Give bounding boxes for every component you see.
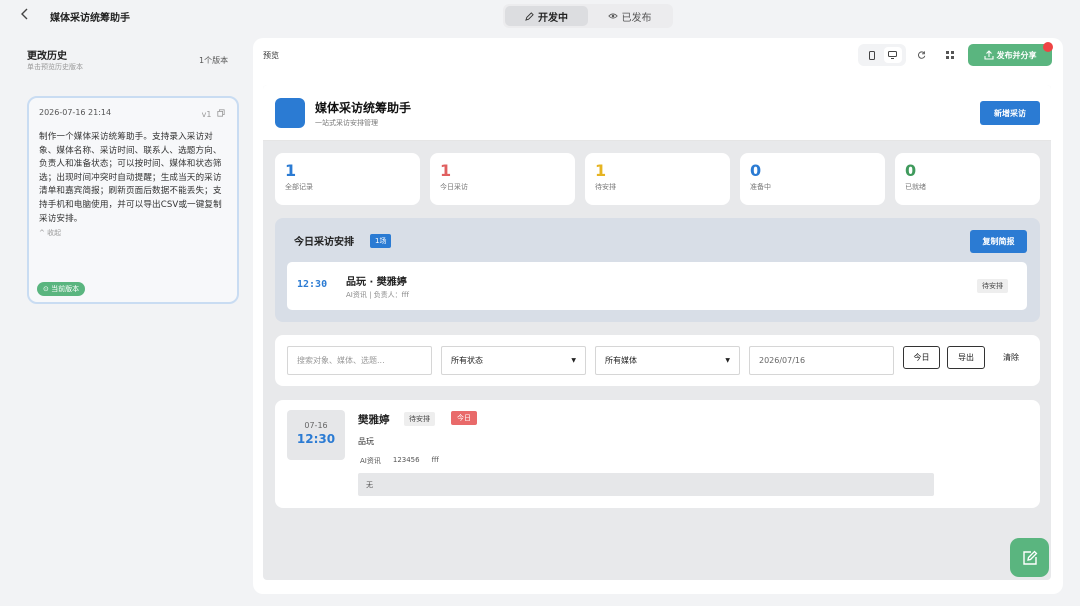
- qrcode-icon: [946, 51, 954, 59]
- clear-button[interactable]: 清除: [993, 346, 1029, 369]
- date-input[interactable]: 2026/07/16: [749, 346, 894, 375]
- copy-icon[interactable]: [217, 109, 225, 117]
- app-page-subtitle: 一站式采访安排管理: [315, 119, 378, 127]
- app-header: 媒体采访统筹助手 一站式采访安排管理 新增采访: [263, 85, 1051, 141]
- stat-card-total[interactable]: 1 全部记录: [275, 153, 420, 205]
- edit-icon: [1022, 550, 1037, 565]
- phone-icon: [868, 50, 875, 60]
- today-item-meta: AI资讯 | 负责人：fff: [346, 291, 409, 299]
- search-input[interactable]: 搜索对象、媒体、选题...: [287, 346, 432, 375]
- today-title: 今日采访安排: [294, 237, 354, 248]
- record-owner: fff: [431, 456, 439, 464]
- stat-label: 准备中: [750, 183, 771, 191]
- today-item-time: 12:30: [297, 279, 328, 290]
- version-tag: v1: [202, 109, 225, 119]
- record-contact: 123456: [392, 456, 420, 464]
- current-version-badge: ⊙ 当前版本: [37, 282, 86, 296]
- stat-value: 1: [595, 161, 607, 180]
- status-select-value: 所有状态: [451, 356, 483, 365]
- edit-fab-button[interactable]: [1010, 538, 1049, 577]
- record-media: 品玩: [358, 437, 374, 446]
- publish-share-label: 发布并分享: [996, 50, 1037, 60]
- tab-published-label: 已发布: [621, 12, 652, 24]
- dropdown-arrow-icon: ▼: [725, 357, 730, 364]
- stat-card-pending[interactable]: 1 待安排: [585, 153, 730, 205]
- tab-developing-label: 开发中: [538, 12, 568, 24]
- version-card[interactable]: 2026-07-16 21:14 v1 制作一个媒体采访统筹助手。支持录入采访对…: [27, 96, 239, 304]
- desktop-view-button[interactable]: [883, 47, 902, 63]
- stat-card-ready[interactable]: 0 已就绪: [895, 153, 1040, 205]
- media-select-value: 所有媒体: [605, 356, 637, 365]
- history-title: 更改历史: [27, 51, 67, 62]
- back-button[interactable]: [20, 8, 36, 24]
- app-title: 媒体采访统筹助手: [50, 13, 130, 24]
- today-filter-button[interactable]: 今日: [903, 346, 940, 369]
- version-number: v1: [201, 110, 212, 119]
- mobile-view-button[interactable]: [863, 47, 881, 63]
- filter-bar: 搜索对象、媒体、选题... 所有状态 ▼ 所有媒体 ▼ 2026/07/16 今…: [275, 335, 1040, 386]
- stat-label: 今日采访: [440, 183, 468, 191]
- today-item[interactable]: 12:30 品玩 · 樊雅婷 AI资讯 | 负责人：fff 待安排: [287, 262, 1027, 310]
- version-description: 制作一个媒体采访统筹助手。支持录入采访对象、媒体名称、采访时间、联系人、选题方向…: [39, 132, 222, 224]
- app-preview: 媒体采访统筹助手 一站式采访安排管理 新增采访 1 全部记录 1 今日采访 1 …: [263, 85, 1051, 580]
- stat-value: 1: [285, 161, 297, 180]
- export-button[interactable]: 导出: [947, 346, 985, 369]
- notification-dot: [1043, 42, 1053, 52]
- chevron-left-icon: [21, 8, 28, 20]
- stat-value: 0: [905, 161, 917, 180]
- stat-card-today[interactable]: 1 今日采访: [430, 153, 575, 205]
- version-datetime: 2026-07-16 21:14: [39, 108, 112, 117]
- stat-value: 1: [440, 161, 452, 180]
- refresh-icon: [918, 51, 926, 59]
- tab-published[interactable]: 已发布: [588, 6, 671, 26]
- status-select[interactable]: 所有状态 ▼: [441, 346, 586, 375]
- pencil-icon: [525, 11, 534, 21]
- copy-brief-button[interactable]: 复制简报: [970, 230, 1027, 253]
- app-logo: [275, 98, 305, 128]
- record-meta: AI资讯 123456 fff: [360, 456, 439, 466]
- collapse-button[interactable]: ^ 收起: [39, 228, 227, 238]
- interview-record[interactable]: 07-16 12:30 樊雅婷 待安排 今日 品玩 AI资讯 123456 ff…: [275, 400, 1040, 508]
- record-note: 无: [358, 473, 934, 496]
- qrcode-button[interactable]: [942, 47, 958, 63]
- today-schedule: 今日采访安排 1场 复制简报 12:30 品玩 · 樊雅婷 AI资讯 | 负责人…: [275, 218, 1040, 322]
- stat-label: 待安排: [595, 183, 616, 191]
- monitor-icon: [888, 51, 897, 59]
- stat-value: 0: [750, 161, 762, 180]
- new-interview-button[interactable]: 新增采访: [980, 101, 1040, 125]
- media-select[interactable]: 所有媒体 ▼: [595, 346, 740, 375]
- record-time: 12:30: [296, 432, 336, 446]
- record-date: 07-16: [304, 421, 328, 430]
- mode-switch: 开发中 已发布: [503, 4, 673, 28]
- refresh-button[interactable]: [914, 47, 930, 63]
- history-subtitle: 单击预览历史版本: [27, 63, 83, 71]
- record-date-box: 07-16 12:30: [287, 410, 345, 460]
- record-name: 樊雅婷: [358, 414, 390, 426]
- device-toggle: [858, 44, 906, 66]
- preview-label: 预览: [263, 51, 279, 60]
- app-page-title: 媒体采访统筹助手: [315, 101, 412, 115]
- eye-icon: [607, 13, 618, 19]
- today-item-status: 待安排: [977, 279, 1008, 293]
- dropdown-arrow-icon: ▼: [571, 357, 576, 364]
- record-status-badge: 待安排: [404, 412, 435, 426]
- record-today-badge: 今日: [451, 411, 477, 425]
- stat-card-preparing[interactable]: 0 准备中: [740, 153, 885, 205]
- record-topic: AI资讯: [360, 457, 381, 465]
- tab-developing[interactable]: 开发中: [505, 6, 588, 26]
- today-item-name: 品玩 · 樊雅婷: [346, 277, 407, 288]
- upload-icon: [983, 50, 994, 60]
- stat-label: 全部记录: [285, 183, 313, 191]
- version-count: 1个版本: [195, 53, 233, 68]
- publish-share-button[interactable]: 发布并分享: [968, 44, 1052, 66]
- stat-label: 已就绪: [905, 183, 926, 191]
- today-count-badge: 1场: [370, 234, 392, 248]
